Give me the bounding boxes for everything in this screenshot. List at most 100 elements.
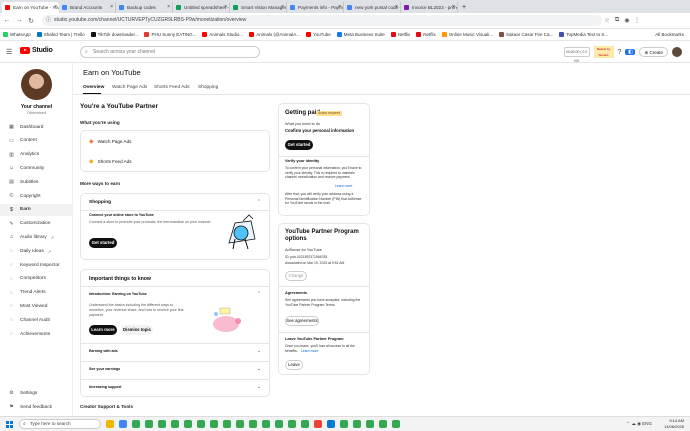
change-adsense-button[interactable]: Change <box>285 271 307 281</box>
chevron-down-icon[interactable]: ⌄ <box>257 366 261 372</box>
sidebar-item-most-viewed[interactable]: ◌ Most Viewed <box>0 300 73 312</box>
extensions-icon[interactable]: ⧉ <box>612 17 622 24</box>
studio-logo[interactable]: Studio <box>20 47 53 54</box>
browser-tab[interactable]: Invoice BL2023 - prime dkt× <box>401 2 458 13</box>
tab-close-icon[interactable]: × <box>281 2 284 13</box>
bookmark-item[interactable]: Animals Studio... <box>202 32 243 37</box>
forward-icon[interactable]: → <box>14 17 24 24</box>
taskbar-app-icon[interactable] <box>314 420 322 428</box>
learn-more-button[interactable]: Learn more <box>89 325 117 335</box>
sidebar-item-customization[interactable]: ✎ Customization <box>0 218 73 230</box>
using-item-watch-page-ads[interactable]: ◈ Watch Page Ads <box>89 138 131 145</box>
taskbar-app-icon[interactable] <box>223 420 231 428</box>
taskbar-app-icon[interactable] <box>301 420 309 428</box>
taskbar-app-icon[interactable] <box>392 420 400 428</box>
taskbar-app-icon[interactable] <box>184 420 192 428</box>
bookmark-item[interactable]: Shahid Team | Trello <box>36 32 85 37</box>
sidebar-item-dashboard[interactable]: ▦ Dashboard <box>0 121 73 133</box>
sidebar-item-competitors[interactable]: ◌ Competitors <box>0 273 73 285</box>
sidebar-item-achievements[interactable]: ◌ Achievements <box>0 328 73 340</box>
taskbar-app-icon[interactable] <box>249 420 257 428</box>
tab-close-icon[interactable]: × <box>338 2 341 13</box>
sidebar-item-daily-ideas[interactable]: ◌ Daily Ideas ↗ <box>0 245 73 257</box>
tab-close-icon[interactable]: × <box>167 2 170 13</box>
leave-button[interactable]: Leave <box>285 360 303 370</box>
browser-tab[interactable]: Smart Vision Management× <box>230 2 287 13</box>
recorder-widget[interactable]: 00:00:00 | 0.0 KB <box>563 47 590 63</box>
windows-start-icon[interactable] <box>6 420 13 428</box>
bookmark-item[interactable]: TikTok downloader... <box>90 32 138 37</box>
sidebar-item-trend-alerts[interactable]: ◌ Trend Alerts <box>0 287 73 299</box>
channel-avatar[interactable] <box>21 69 52 100</box>
taskbar-search-input[interactable]: Type here to search <box>19 419 101 429</box>
hamburger-menu-icon[interactable]: ☰ <box>6 48 12 56</box>
chevron-down-icon[interactable]: ⌄ <box>257 348 261 354</box>
taskbar-app-icon[interactable] <box>353 420 361 428</box>
sidebar-item-audio-library[interactable]: ♫ Audio library ↗ <box>0 231 73 243</box>
taskbar-app-icon[interactable] <box>262 420 270 428</box>
tab-close-icon[interactable]: × <box>224 2 227 13</box>
sidebar-item-keyword-inspector[interactable]: ◌ Keyword Inspector <box>0 259 73 271</box>
sidebar-item-content[interactable]: ▭ Content <box>0 135 73 147</box>
browser-tab[interactable]: Backup codes × <box>116 2 173 13</box>
using-item-shorts-feed-ads[interactable]: ◆ Shorts Feed Ads <box>89 158 132 165</box>
bookmark-item[interactable]: PHU Sunny EATING... <box>144 32 196 37</box>
bookmark-item[interactable]: Netflix <box>390 32 410 37</box>
sidebar-item-copyright[interactable]: © Copyright <box>0 190 73 202</box>
site-info-icon[interactable]: ⓘ <box>46 15 51 26</box>
bookmark-item[interactable]: Sakaar Casar Fire Ca... <box>498 32 553 37</box>
bookmark-item[interactable]: Netflix <box>416 32 436 37</box>
dismiss-topic-button[interactable]: Dismiss topic <box>121 325 153 335</box>
taskbar-app-icon[interactable] <box>197 420 205 428</box>
back-icon[interactable]: ← <box>2 17 12 24</box>
tab-watch-page-ads[interactable]: Watch Page Ads <box>112 85 147 90</box>
taskbar-app-icon[interactable] <box>119 420 127 428</box>
taskbar-app-icon[interactable] <box>106 420 114 428</box>
channel-search-input[interactable]: ⌕ Search across your channel <box>80 46 260 58</box>
chevron-down-icon[interactable]: ⌄ <box>257 384 261 390</box>
create-button[interactable]: ⊕ Create <box>639 47 668 57</box>
tab-close-icon[interactable]: × <box>395 2 398 13</box>
taskbar-app-icon[interactable] <box>366 420 374 428</box>
bookmark-item[interactable]: YouTube <box>306 32 331 37</box>
sidebar-item-analytics[interactable]: ▥ Analytics <box>0 149 73 161</box>
sidebar-item-community[interactable]: ☺ Community <box>0 162 73 174</box>
extension-toggle-icon[interactable]: ◧ <box>625 49 636 55</box>
taskbar-app-icon[interactable] <box>236 420 244 428</box>
browser-tab[interactable]: Brand Accounts × <box>59 2 116 13</box>
sidebar-item-earn[interactable]: $ Earn <box>0 203 73 216</box>
taskbar-app-icon[interactable] <box>379 420 387 428</box>
taskbar-app-icon[interactable] <box>210 420 218 428</box>
tab-close-icon[interactable]: × <box>452 2 455 13</box>
taskbar-app-icon[interactable] <box>327 420 335 428</box>
sidebar-item-channel-audit[interactable]: ◌ Channel Audit <box>0 314 73 326</box>
chevron-up-icon[interactable]: ⌃ <box>257 199 261 205</box>
sidebar-item-settings[interactable]: ⚙ Settings <box>0 387 73 399</box>
see-agreements-button[interactable]: See agreements <box>285 316 319 326</box>
tab-close-icon[interactable]: × <box>110 2 113 13</box>
shopping-get-started-button[interactable]: Get started <box>89 238 117 248</box>
tab-close-icon[interactable]: × <box>54 2 57 13</box>
taskbar-app-icon[interactable] <box>158 420 166 428</box>
promo-banner[interactable]: Beasts by Studios <box>593 46 614 58</box>
verify-learn-more-link[interactable]: Learn more <box>335 184 352 189</box>
system-tray[interactable]: ⌃ ☁ ◉ ENG <box>626 421 652 427</box>
bookmark-item[interactable]: TopMedia Text to S... <box>559 32 608 37</box>
url-input[interactable]: ⓘ studio.youtube.com/channel/UCTURVEPTyC… <box>42 15 602 26</box>
bookmark-item[interactable]: Online Music Visuali... <box>441 32 493 37</box>
bookmark-item[interactable]: WhatsApp <box>3 32 31 37</box>
taskbar-app-icon[interactable] <box>275 420 283 428</box>
tab-shorts-feed-ads[interactable]: Shorts Feed Ads <box>154 85 189 90</box>
new-tab-button[interactable]: + <box>458 2 470 13</box>
reload-icon[interactable]: ↻ <box>26 17 36 25</box>
getting-paid-get-started-button[interactable]: Get started <box>285 140 313 150</box>
sidebar-item-feedback[interactable]: ⚑ Send feedback <box>0 401 73 413</box>
sidebar-item-subtitles[interactable]: ▤ Subtitles <box>0 176 73 188</box>
taskbar-app-icon[interactable] <box>288 420 296 428</box>
topic-increasing-support[interactable]: Increasing support <box>89 385 121 390</box>
profile-icon[interactable]: ◉ <box>622 17 632 24</box>
browser-tab[interactable]: Earn on YouTube - YouTube S× <box>2 2 59 13</box>
account-avatar[interactable] <box>672 47 682 57</box>
help-icon[interactable]: ? <box>618 49 622 56</box>
bookmark-star-icon[interactable]: ☆ <box>602 17 612 24</box>
